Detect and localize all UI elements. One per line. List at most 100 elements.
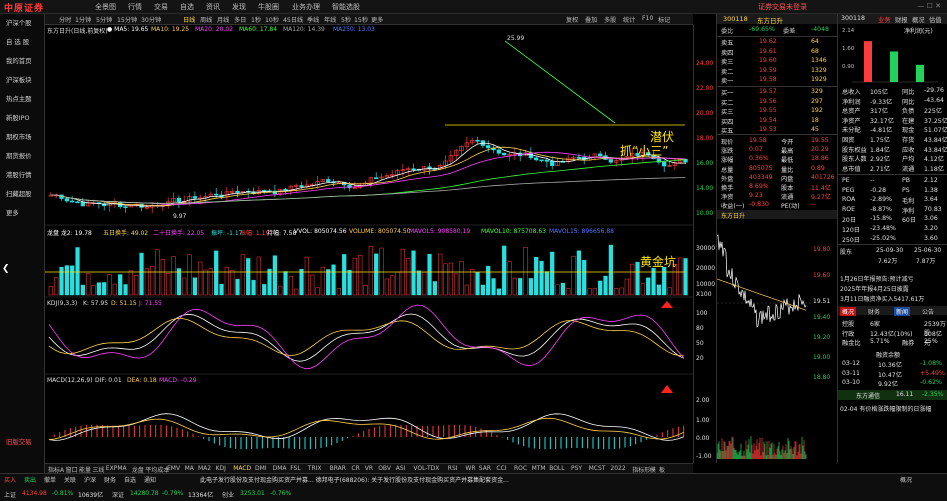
nav-item-more[interactable]: 更多 [6,208,19,217]
status-finance[interactable]: 财务 [104,475,116,484]
period-fenshi[interactable]: 分时 [59,15,71,24]
status-zixuan[interactable]: 自选 [124,475,136,484]
nav-old-trade[interactable]: 旧版交易 [6,437,32,446]
indicator-tab[interactable]: MCST [589,465,606,472]
indicator-tab[interactable]: CCI [496,465,506,472]
kline-main-area[interactable]: 东方日升(日线,前复权) ● MA5: 19.65 MA10: 19.25 MA… [45,25,693,463]
period-multiday[interactable]: 多日 [234,15,246,24]
intraday-chart-svg[interactable] [717,219,838,463]
status-hushen[interactable]: 沪深 [84,475,96,484]
note-3[interactable]: 3月11日融资净买入5417.61万 [840,294,924,303]
period-30min[interactable]: 30分钟 [141,15,161,24]
fund-tab-gaikuang[interactable]: 概况 [912,15,925,24]
fund-tab-yewu[interactable]: 业务 [878,15,891,24]
indicator-tab[interactable]: BRAR [330,465,346,472]
period-year[interactable]: 年线 [324,15,336,24]
tool-biaoji[interactable]: 标记 [658,15,670,24]
tool-tongji[interactable]: 统计 [623,15,635,24]
period-more[interactable]: 更多 [371,15,383,24]
nav-collapse-icon[interactable]: ❮ [2,264,10,274]
indicator-tab[interactable]: EMV [167,465,180,472]
period-45day[interactable]: 45日线 [283,15,303,24]
indicator-tab[interactable]: OBV [378,465,391,472]
nav-item-qiquan[interactable]: 期权市场 [6,132,32,141]
menu-item-niuguquan[interactable]: 牛股圈 [258,2,279,12]
tool-diejia[interactable]: 叠加 [585,15,597,24]
period-15min[interactable]: 15分钟 [117,15,137,24]
status-link[interactable]: 关联 [64,475,76,484]
indicator-tab[interactable]: VOL-TDX [413,465,439,472]
nav-item-home[interactable]: 我的首页 [6,56,32,65]
order-book-row[interactable]: 卖一 19.58 1929 [719,76,837,85]
period-week[interactable]: 周线 [200,15,212,24]
menu-item-jiaoyi[interactable]: 交易 [154,2,168,12]
period-5s[interactable]: 5秒 [341,15,351,24]
tool-duogu[interactable]: 多股 [604,15,616,24]
nav-item-chaogu[interactable]: 扫藏超股 [6,189,32,198]
order-book-row[interactable]: 买四 19.54 18 [719,117,837,126]
indicator-tab[interactable]: MA [185,465,194,472]
indicator-tab[interactable]: ASI [396,465,406,472]
menu-item-faxian[interactable]: 发现 [232,2,246,12]
tool-f10[interactable]: F10 [642,15,653,22]
indicator-tab[interactable]: RSI [448,465,458,472]
news-item[interactable]: 02-04 有价格涨跌幅限制的日涨幅 [840,404,931,413]
status-right[interactable]: 概况 [900,475,912,484]
period-quarter[interactable]: 季线 [307,15,319,24]
indicator-tab[interactable]: FSL [290,465,301,472]
order-book-row[interactable]: 卖二 19.59 1329 [719,67,837,76]
news-ticker[interactable]: 此电子发行股份及支付现金购买资产并募... 德邦电子(688206): 关于发行… [200,475,680,484]
status-sell[interactable]: 卖出 [24,475,36,484]
indicator-tab[interactable]: MA2 [198,465,211,472]
indicator-tab[interactable]: KDJ [216,465,226,472]
flow-row[interactable]: 东方通信 16.11 -2.35% [838,390,947,400]
nav-item-hushen[interactable]: 沪深个股 [6,18,32,27]
order-book-row[interactable]: 买三 19.55 192 [719,107,837,116]
indicator-tab[interactable]: 2022 [610,465,625,472]
period-1min[interactable]: 1分钟 [75,15,91,24]
menu-item-yewu[interactable]: 业务办理 [292,2,320,12]
order-book-row[interactable]: 买一 19.57 329 [719,88,837,97]
tab2-gonggao[interactable]: 公告 [922,307,934,316]
nav-item-redian[interactable]: 热点主题 [6,94,32,103]
tab2-xinwen[interactable]: 新闻 [894,307,911,316]
order-book-row[interactable]: 卖五 19.62 64 [719,38,837,47]
indicator-tab[interactable]: DMA [273,465,287,472]
menu-item-hangqing[interactable]: 行情 [128,2,142,12]
period-5min[interactable]: 5分钟 [96,15,112,24]
status-buy[interactable]: 买入 [4,475,16,484]
fund-tab-guzhi[interactable]: 估值 [929,15,942,24]
menu-item-zixuan[interactable]: 自选 [180,2,194,12]
indicator-tab[interactable]: ROC [514,465,527,472]
note-1[interactable]: 1月26日年报预告:预计减亏 [840,274,913,283]
indicator-tab[interactable]: TRIX [308,465,322,472]
note-2[interactable]: 2025年年报4月25日披露 [840,284,909,293]
menu-item-xuangu[interactable]: 智能选股 [332,2,360,12]
period-10s[interactable]: 10秒 [265,15,279,24]
nav-item-zixuangu[interactable]: 自 选 股 [6,37,29,46]
tab2-caiwu[interactable]: 财务 [868,307,880,316]
indicator-tab[interactable]: VR [365,465,373,472]
period-month[interactable]: 月线 [217,15,229,24]
indicator-tab[interactable]: BOLL [549,465,564,472]
nav-item-ipo[interactable]: 新股IPO [6,113,30,122]
indicator-tab[interactable]: CR [351,465,359,472]
window-controls-icon[interactable]: — ☐ ✕ [917,2,941,10]
status-cancel[interactable]: 撤单 [44,475,56,484]
period-1s[interactable]: 1秒 [251,15,261,24]
order-book-row[interactable]: 买二 19.56 297 [719,98,837,107]
indicator-tab[interactable]: PSY [571,465,582,472]
order-book-row[interactable]: 卖四 19.61 68 [719,48,837,57]
fund-tab-caibao[interactable]: 财报 [895,15,908,24]
indicator-tab[interactable]: MTM [532,465,546,472]
order-book-row[interactable]: 卖三 19.60 1346 [719,57,837,66]
indicator-tab[interactable]: SAR [479,465,491,472]
tool-fuquan[interactable]: 复权 [566,15,578,24]
menu-item-quanjing[interactable]: 全景图 [95,2,116,12]
status-notice[interactable]: 通知 [144,475,156,484]
indicator-tab[interactable]: MACD [233,465,251,472]
nav-item-qihuo[interactable]: 期货报价 [6,151,32,160]
indicator-tab[interactable]: WR [465,465,475,472]
menu-item-zixun[interactable]: 资讯 [206,2,220,12]
login-status[interactable]: 证券交易未登录 [758,2,807,12]
